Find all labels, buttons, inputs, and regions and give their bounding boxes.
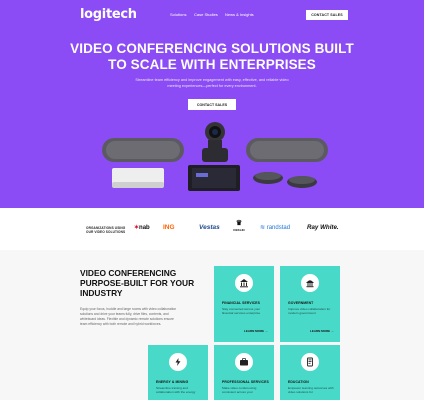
brand-ing: ING	[163, 224, 175, 231]
card-title: FINANCIAL SERVICES	[222, 301, 261, 305]
briefcase-icon	[235, 353, 253, 371]
card-description: Empower learning outcomes with video sol…	[288, 386, 334, 395]
industry-section	[0, 250, 424, 400]
nav-contact-sales-button[interactable]: CONTACT SALES	[306, 10, 348, 20]
crown-icon: ♛	[235, 220, 243, 227]
hero-section: logitech Solutions Case Studies News & I…	[0, 0, 424, 208]
nav-link-case-studies[interactable]: Case Studies	[194, 12, 218, 17]
top-nav: logitech Solutions Case Studies News & I…	[0, 0, 424, 28]
card-description: Stay connected across your financial ser…	[222, 307, 261, 316]
energy-icon	[169, 353, 187, 371]
arrow-right-icon: →	[331, 329, 335, 333]
card-government[interactable]: GOVERNMENT Improve video collaboration f…	[280, 266, 340, 342]
arrow-right-icon: →	[265, 329, 269, 333]
card-title: EDUCATION	[288, 380, 309, 384]
bank-icon	[235, 274, 253, 292]
card-financial-services[interactable]: FINANCIAL SERVICES Stay connected across…	[214, 266, 274, 342]
nav-link-solutions[interactable]: Solutions	[170, 12, 186, 17]
learn-more-link[interactable]: LEARN MORE →	[244, 329, 268, 333]
brand-ray-white: Ray White.	[307, 224, 339, 231]
brand-randstad: ≋ randstad	[260, 225, 291, 231]
card-education[interactable]: EDUCATION Empower learning outcomes with…	[280, 345, 340, 400]
hero-contact-sales-button[interactable]: CONTACT SALES	[188, 99, 236, 110]
brand-deklin: ♛ DEKLIN	[233, 220, 245, 232]
learn-more-link[interactable]: LEARN MORE →	[310, 329, 334, 333]
hero-title: VIDEO CONFERENCING SOLUTIONS BUILT TO SC…	[70, 41, 354, 72]
hero-subtitle: Streamline team efficiency and improve e…	[135, 78, 289, 88]
education-icon	[301, 353, 319, 371]
industry-title: VIDEO CONFERENCING PURPOSE-BUILT FOR YOU…	[80, 268, 195, 298]
card-description: Make video conferencing consistent acros…	[222, 386, 257, 395]
logitech-logo[interactable]: logitech	[80, 7, 137, 22]
card-title: PROFESSIONAL SERVICES	[222, 380, 269, 384]
card-energy-mining[interactable]: ENERGY & MINING Streamline training and …	[148, 345, 208, 400]
brand-nab: ✶nab	[134, 225, 150, 231]
government-icon	[301, 274, 319, 292]
conference-devices-image	[102, 122, 328, 191]
card-title: ENERGY & MINING	[156, 380, 189, 384]
customers-label: ORGANIZATIONS USING OUR VIDEO SOLUTIONS	[86, 226, 126, 235]
card-description: Improve video collaboration for modern g…	[288, 307, 331, 316]
randstad-mark-icon: ≋	[260, 225, 267, 231]
card-description: Streamline training and collaboration wi…	[156, 386, 196, 395]
brand-vestas: Vestas	[199, 224, 220, 231]
industry-description: Equip your focus, huddle and large rooms…	[80, 307, 177, 326]
nav-link-news-insights[interactable]: News & Insights	[225, 12, 254, 17]
card-professional-services[interactable]: PROFESSIONAL SERVICES Make video confere…	[214, 345, 274, 400]
card-title: GOVERNMENT	[288, 301, 314, 305]
